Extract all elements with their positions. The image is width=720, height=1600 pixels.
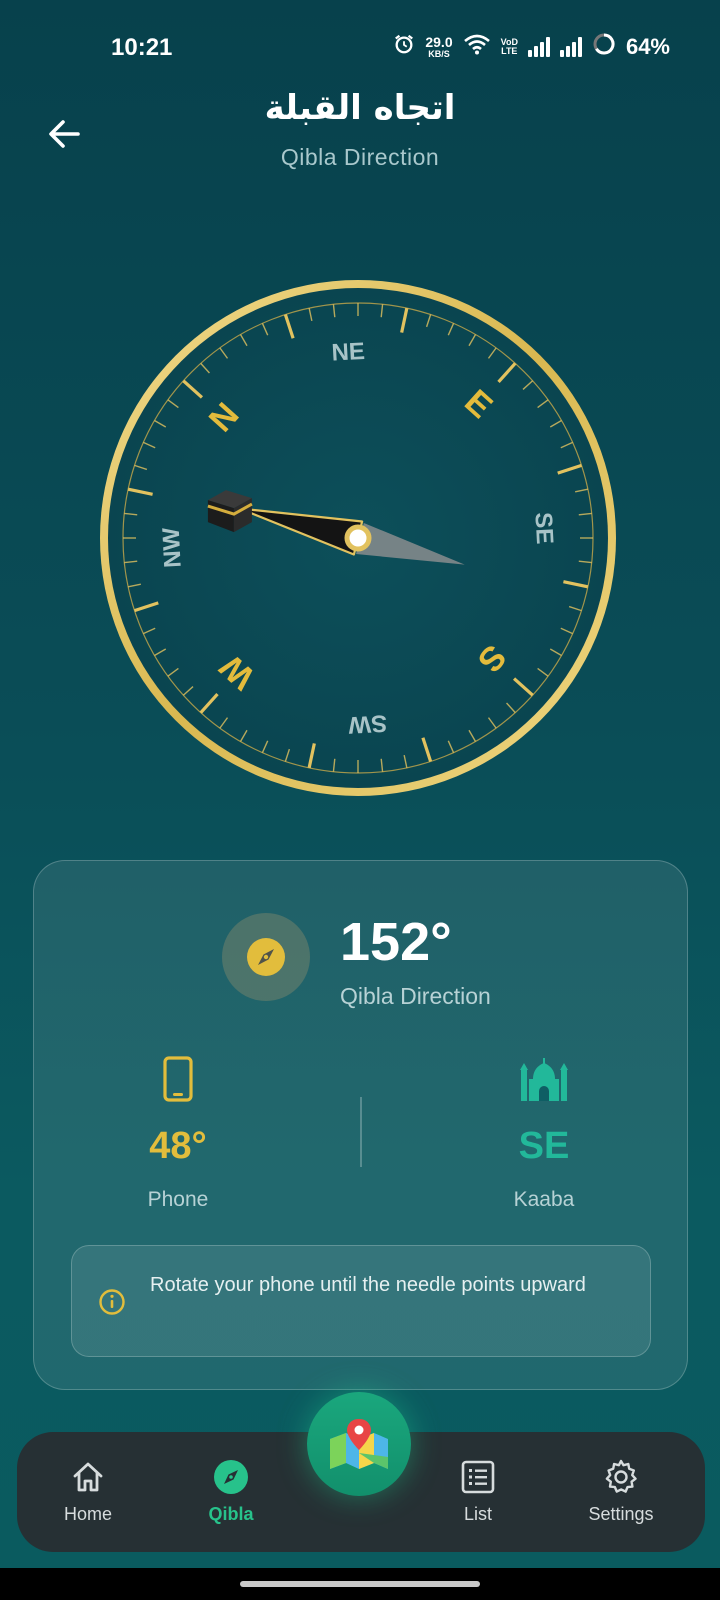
gear-icon xyxy=(605,1459,637,1493)
battery-icon xyxy=(592,32,616,61)
map-fab-button[interactable] xyxy=(307,1392,411,1496)
nav-label-list: List xyxy=(463,1504,492,1524)
signal-icon-2 xyxy=(559,36,582,57)
network-speed: 29.0 KB/S xyxy=(425,35,452,59)
nav-item-qibla[interactable]: Qibla xyxy=(171,1458,291,1525)
compass-badge xyxy=(222,913,310,1001)
wifi-icon xyxy=(463,33,491,60)
stat-divider xyxy=(360,1097,362,1167)
battery-percent: 64% xyxy=(625,33,670,59)
nav-label-settings: Settings xyxy=(588,1504,654,1524)
phone-heading-value: 48° xyxy=(149,1125,207,1167)
volte-indicator: VoD LTE xyxy=(501,37,518,56)
nav-label-home: Home xyxy=(63,1504,112,1524)
status-bar: 10:21 29.0 KB/S VoD LTE 64% xyxy=(0,0,720,96)
compass-label-ne: NE xyxy=(331,338,366,367)
phone-icon xyxy=(163,1056,193,1102)
alarm-icon xyxy=(393,33,415,60)
compass-label-nw: NW xyxy=(158,527,187,569)
status-icons: 29.0 KB/S VoD LTE 64% xyxy=(393,32,670,61)
mosque-icon xyxy=(520,1058,568,1101)
phone-heading-label: Phone xyxy=(147,1188,209,1211)
nav-item-list[interactable]: List xyxy=(418,1458,538,1525)
home-icon xyxy=(73,1462,103,1492)
qibla-compass: N NE E SE S SW W NW xyxy=(96,276,620,800)
qibla-degree-label: Qibla Direction xyxy=(340,983,491,1009)
home-indicator xyxy=(0,1568,720,1600)
signal-icon-1 xyxy=(527,36,550,57)
qibla-degree: 152° xyxy=(340,912,452,972)
status-time: 10:21 xyxy=(111,34,173,61)
network-speed-value: 29.0 xyxy=(425,33,453,50)
compass-icon xyxy=(214,1460,248,1494)
compass-label-sw: SW xyxy=(347,709,387,738)
kaaba-direction-value: SE xyxy=(518,1125,570,1167)
nav-item-home[interactable]: Home xyxy=(28,1458,148,1525)
needle-hub xyxy=(344,524,372,552)
info-icon xyxy=(99,1289,125,1315)
volte-bottom: LTE xyxy=(501,45,518,56)
kaaba-direction-label: Kaaba xyxy=(513,1188,575,1211)
phone-heading-stat: 48° Phone xyxy=(58,1051,298,1212)
hint-text: Rotate your phone until the needle point… xyxy=(150,1274,586,1296)
kaaba-direction-stat: SE Kaaba xyxy=(424,1051,664,1212)
page-title-arabic: اتجاه القبلة xyxy=(264,88,456,128)
qibla-info-card: 152° Qibla Direction 48° Phone SE Kaaba … xyxy=(33,860,688,1390)
network-speed-unit: KB/S xyxy=(428,48,450,59)
compass-icon xyxy=(247,938,285,976)
list-icon xyxy=(461,1460,495,1494)
nav-label-qibla: Qibla xyxy=(208,1504,254,1524)
hint-box: Rotate your phone until the needle point… xyxy=(71,1245,651,1357)
page-title: Qibla Direction xyxy=(280,144,440,170)
compass-dial: NNEESESSWWNW xyxy=(100,280,616,796)
compass-label-se: SE xyxy=(529,512,558,545)
map-pin-icon xyxy=(330,1419,388,1469)
nav-item-settings[interactable]: Settings xyxy=(561,1458,681,1525)
